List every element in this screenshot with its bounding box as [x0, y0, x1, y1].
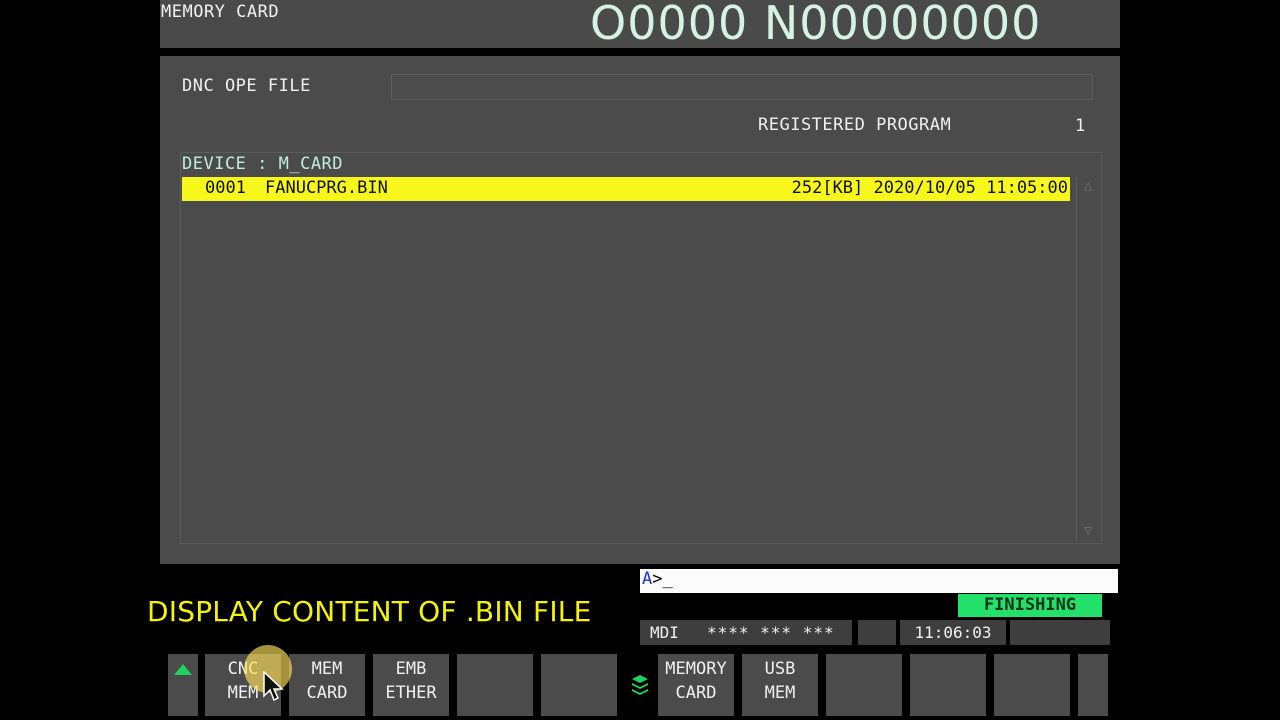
- softkey-page-up[interactable]: [168, 654, 198, 716]
- triangle-up-icon: [174, 664, 192, 675]
- file-number: 0001: [205, 178, 246, 198]
- file-name: FANUCPRG.BIN: [265, 178, 388, 198]
- softkey-label: MEM: [764, 683, 796, 703]
- status-indicators: **** *** ***: [707, 623, 835, 642]
- softkey-emb-ether[interactable]: EMB ETHER: [373, 654, 449, 716]
- softkey-label: MEM: [311, 659, 343, 679]
- file-list: [180, 152, 1102, 544]
- softkey-empty-10[interactable]: [994, 654, 1070, 716]
- softkey-label: USB: [764, 659, 796, 679]
- scrollbar[interactable]: △ ▽: [1076, 177, 1101, 541]
- mouse-pointer-icon: [263, 671, 284, 702]
- softkey-empty-9[interactable]: [910, 654, 986, 716]
- dnc-ope-file-field[interactable]: [391, 74, 1093, 100]
- drive-letter: A: [642, 569, 653, 589]
- softkey-label: CARD: [306, 683, 348, 703]
- softkey-memory-card[interactable]: MEMORY CARD: [658, 654, 734, 716]
- command-input[interactable]: [640, 569, 1118, 593]
- softkey-usb-mem[interactable]: USB MEM: [742, 654, 818, 716]
- layers-icon: [632, 675, 648, 695]
- prompt-cursor: >_: [652, 569, 673, 589]
- program-number-display: O0000 N00000000: [590, 0, 1042, 50]
- file-size-date: 252[KB] 2020/10/05 11:05:00: [792, 178, 1068, 198]
- mode-indicator: MDI: [650, 623, 679, 642]
- file-list-item[interactable]: 0001 FANUCPRG.BIN 252[KB] 2020/10/05 11:…: [182, 177, 1070, 201]
- softkey-label: MEMORY: [665, 659, 727, 679]
- softkey-label: ETHER: [385, 683, 437, 703]
- softkey-mem-card[interactable]: MEM CARD: [289, 654, 365, 716]
- file-size: 252[KB]: [791, 178, 864, 198]
- screen-title: MEMORY CARD: [161, 2, 280, 22]
- registered-program-label: REGISTERED PROGRAM: [758, 115, 952, 135]
- softkey-next-page[interactable]: [1078, 654, 1108, 716]
- device-label: DEVICE : M_CARD: [182, 154, 344, 174]
- softkey-label: EMB: [395, 659, 427, 679]
- status-cell-empty: [1010, 620, 1110, 645]
- command-prompt: A>_: [642, 569, 673, 589]
- softkey-empty-5[interactable]: [541, 654, 617, 716]
- video-caption: DISPLAY CONTENT OF .BIN FILE: [147, 595, 592, 628]
- mode-status-bar: MDI **** *** ***: [640, 620, 852, 645]
- registered-program-count: 1: [1075, 116, 1086, 136]
- scroll-up-arrow-icon[interactable]: △: [1084, 178, 1092, 194]
- scroll-down-arrow-icon[interactable]: ▽: [1084, 523, 1092, 539]
- finishing-status-badge: FINISHING: [958, 594, 1102, 617]
- softkey-empty-4[interactable]: [457, 654, 533, 716]
- dnc-ope-file-label: DNC OPE FILE: [182, 76, 311, 96]
- clock: 11:06:03: [900, 620, 1006, 645]
- softkey-label: CARD: [675, 683, 717, 703]
- status-cell-empty: [858, 620, 896, 645]
- softkey-empty-8[interactable]: [826, 654, 902, 716]
- file-date: 2020/10/05 11:05:00: [873, 178, 1068, 198]
